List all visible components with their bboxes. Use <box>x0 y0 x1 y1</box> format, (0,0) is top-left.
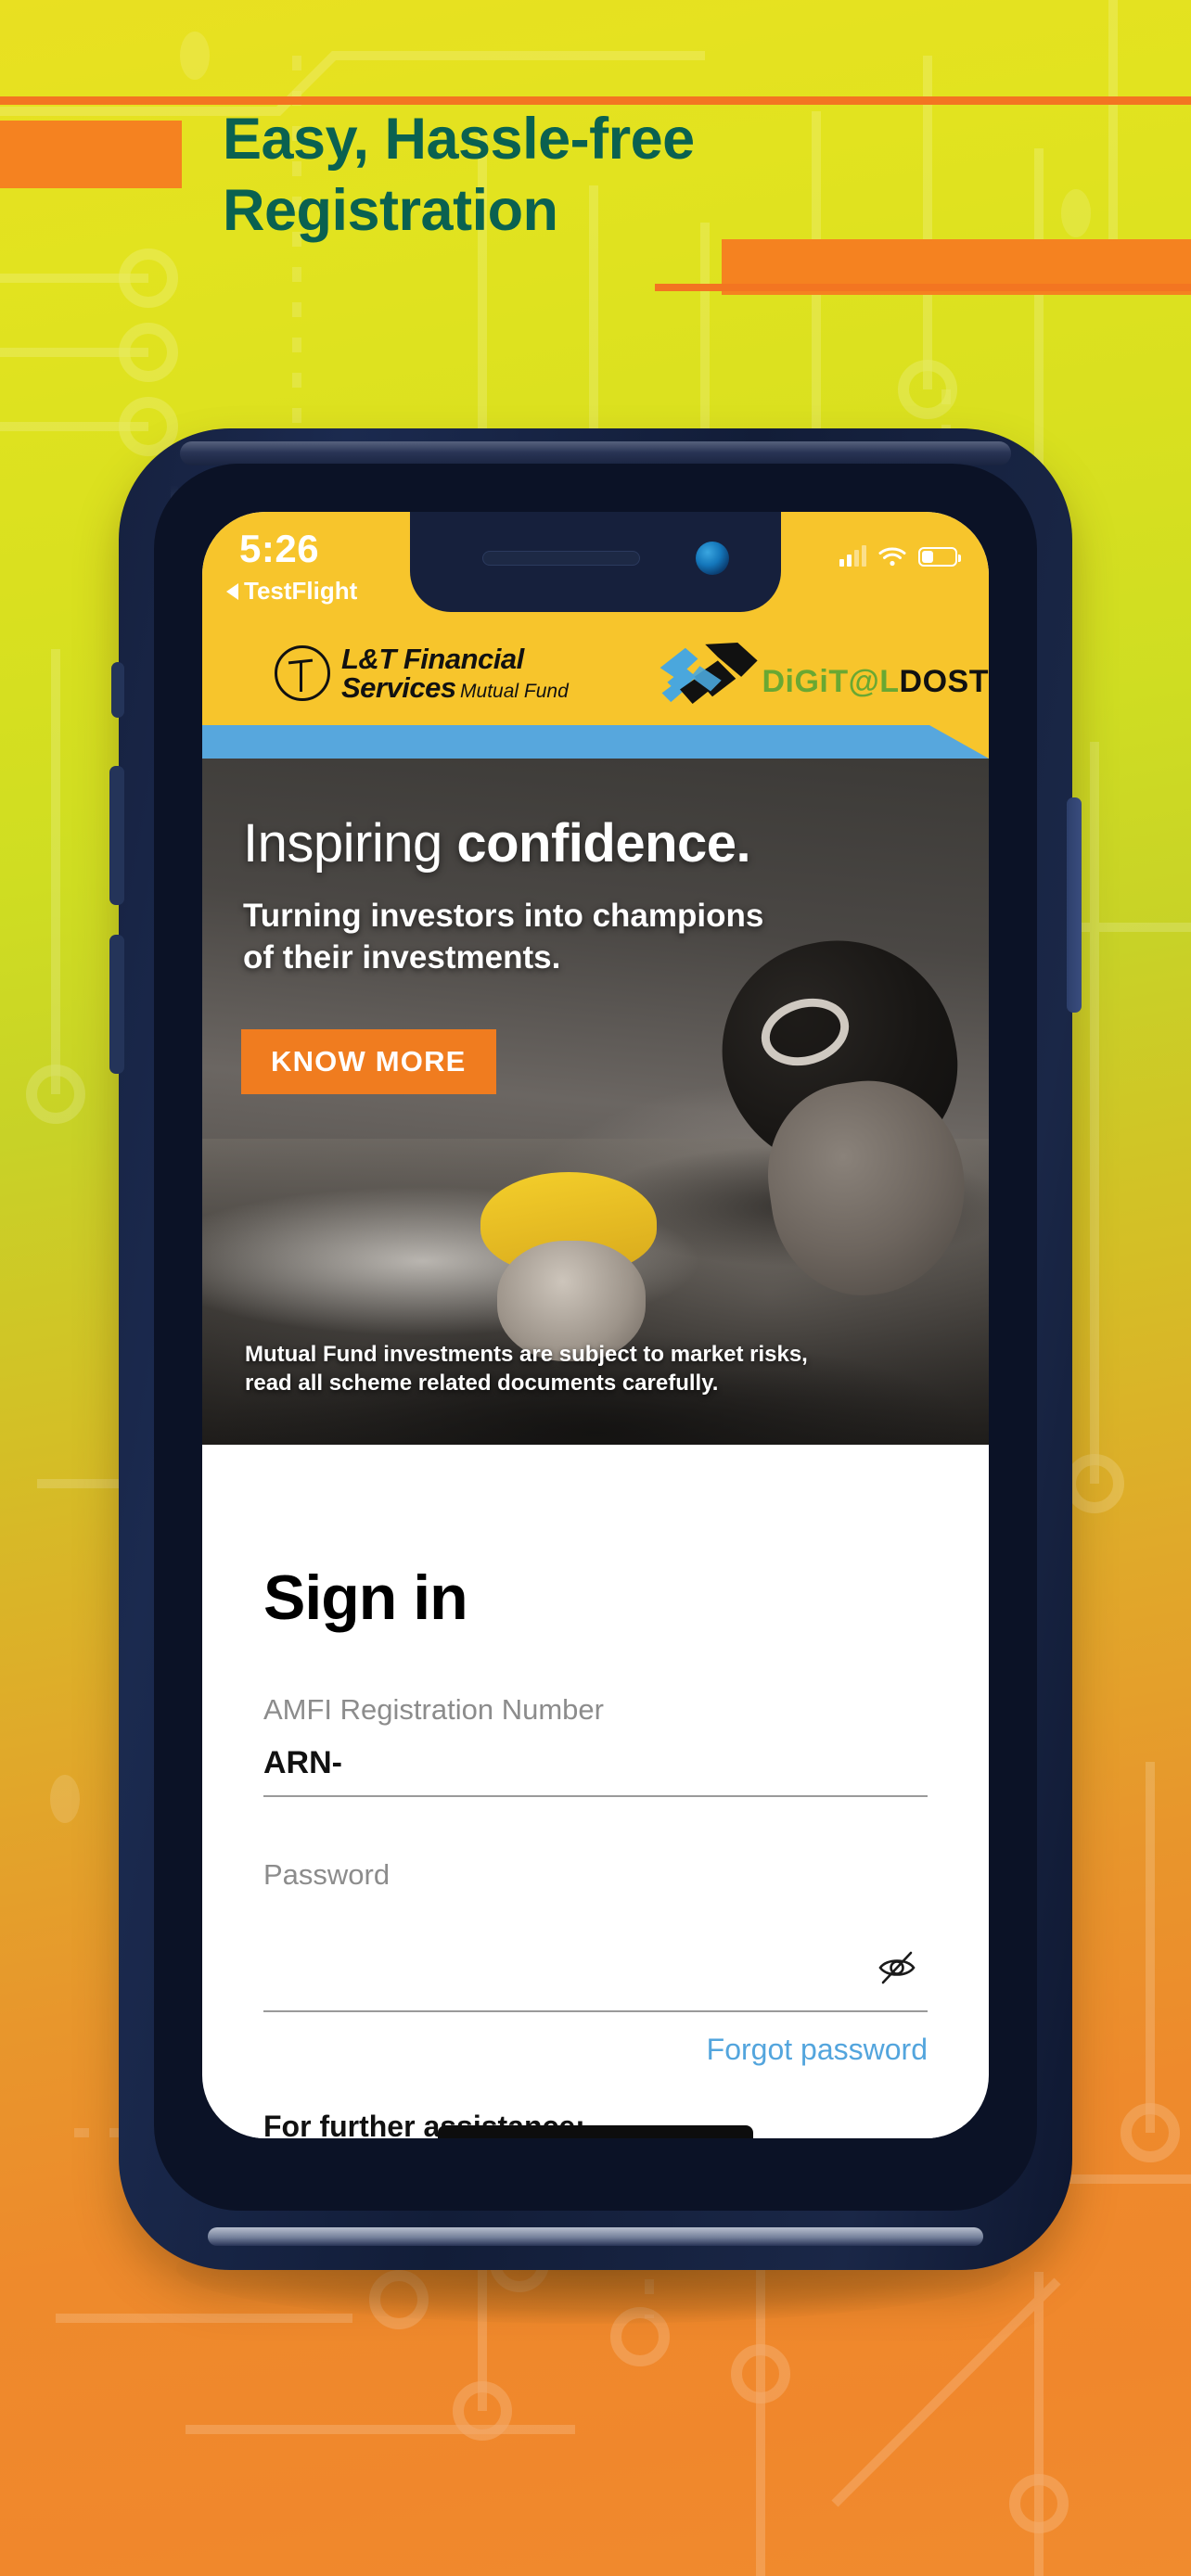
back-arrow-icon <box>226 582 238 600</box>
page-title: Easy, Hassle-free Registration <box>223 104 1132 247</box>
forgot-password-link[interactable]: Forgot password <box>263 2033 928 2067</box>
digital-dost-wordmark: DiGiT@LDOST <box>762 664 989 700</box>
hero-headline-light: Inspiring <box>243 813 457 874</box>
handshake-icon <box>660 642 759 705</box>
back-to-testflight-link[interactable]: TestFlight <box>226 577 357 606</box>
signin-card: Sign in AMFI Registration Number ARN- Pa… <box>228 1513 963 2138</box>
phone-top-highlight <box>180 441 1011 465</box>
headline-line-2: Registration <box>223 177 558 243</box>
hero-disclaimer: Mutual Fund investments are subject to m… <box>245 1341 808 1396</box>
password-label: Password <box>263 1858 391 1891</box>
status-icons <box>839 545 961 567</box>
phone-volume-down-button[interactable] <box>109 935 124 1074</box>
arn-underline <box>263 1795 928 1797</box>
wifi-icon <box>878 547 906 567</box>
password-underline <box>263 2010 928 2012</box>
arn-label: AMFI Registration Number <box>263 1693 604 1726</box>
eye-off-icon[interactable] <box>876 1945 918 1988</box>
phone-power-button[interactable] <box>1067 797 1082 1013</box>
arn-field[interactable]: AMFI Registration Number ARN- <box>263 1693 928 1797</box>
front-camera-icon <box>696 542 729 575</box>
phone-bottom-highlight <box>208 2227 983 2246</box>
know-more-button[interactable]: KNOW MORE <box>241 1029 496 1094</box>
battery-icon <box>918 546 961 567</box>
password-field[interactable]: Password <box>263 1858 928 2012</box>
lt-financial-services-logo: L&T Financial Services Mutual Fund <box>275 644 613 703</box>
status-time: 5:26 <box>239 527 320 570</box>
phone-notch <box>410 512 781 612</box>
lt-logo-subtitle: Mutual Fund <box>460 680 569 702</box>
app-brand-bar: L&T Financial Services Mutual Fund DiGiT… <box>202 621 989 725</box>
promo-poster: Easy, Hassle-free Registration 5:26 Test… <box>0 0 1191 2576</box>
hero-subtext: Turning investors into champions of thei… <box>243 898 764 976</box>
home-indicator[interactable] <box>438 2125 753 2138</box>
headline-right-rule <box>655 284 1191 291</box>
hero-banner[interactable]: Inspiring confidence. Turning investors … <box>202 759 989 1445</box>
arn-input[interactable]: ARN- <box>263 1745 928 1784</box>
back-link-label: TestFlight <box>244 577 358 605</box>
password-input[interactable] <box>263 1910 928 1949</box>
digital-dost-logo: DiGiT@LDOST <box>658 641 989 706</box>
headline-left-swatch <box>0 121 182 188</box>
phone-volume-up-button[interactable] <box>109 766 124 905</box>
hero-headline: Inspiring confidence. <box>243 812 751 874</box>
blue-accent-strip <box>202 725 989 797</box>
phone-mute-switch[interactable] <box>111 662 124 718</box>
headline-line-1: Easy, Hassle-free <box>223 107 695 172</box>
signin-title: Sign in <box>263 1562 468 1633</box>
phone-screen: 5:26 TestFlight L&T Financial Services M… <box>202 512 989 2138</box>
hero-headline-bold: confidence. <box>456 813 751 874</box>
phone-mockup: 5:26 TestFlight L&T Financial Services M… <box>109 428 1082 2270</box>
earpiece-speaker-icon <box>482 551 640 566</box>
signal-bars-icon <box>839 545 866 567</box>
lt-monogram-icon <box>275 645 330 701</box>
dd-word-black: DOST <box>899 663 989 699</box>
dd-word-green: DiGiT@L <box>762 663 900 699</box>
phone-bezel: 5:26 TestFlight L&T Financial Services M… <box>154 464 1037 2211</box>
